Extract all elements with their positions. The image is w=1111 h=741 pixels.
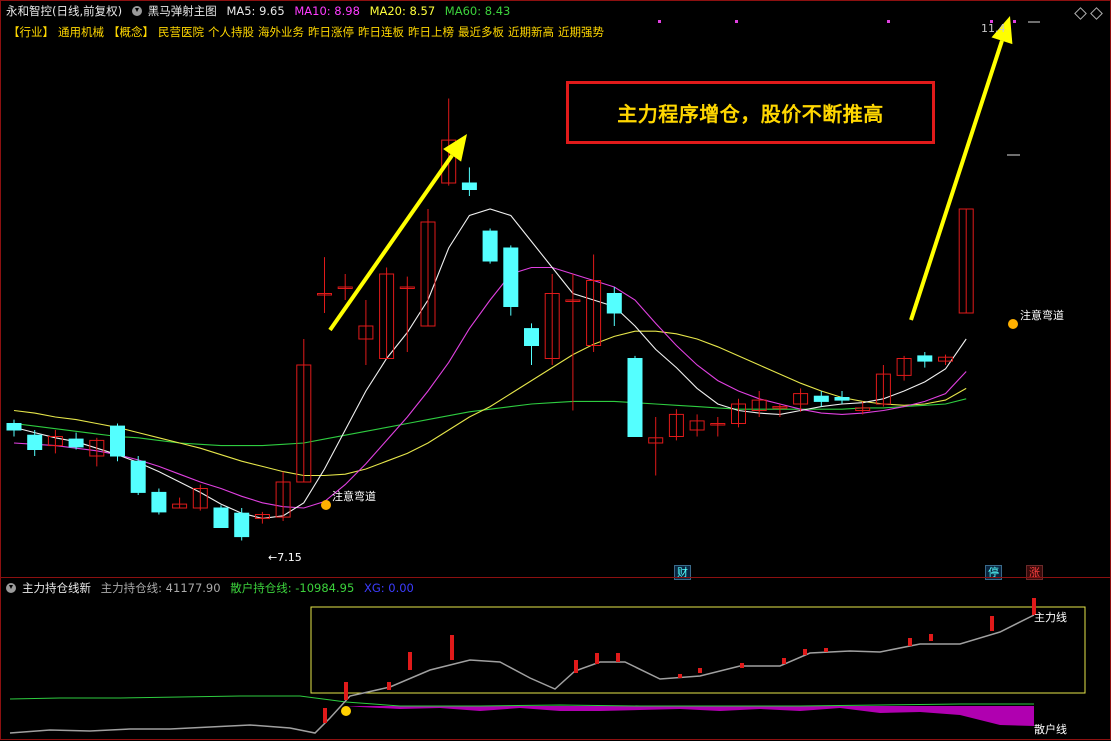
candle-body (461, 182, 477, 190)
main-line-label: 主力线 (1034, 611, 1067, 624)
candle-body (110, 425, 125, 457)
candle-body (68, 438, 84, 448)
retail-area (346, 706, 1034, 726)
attention-dot (321, 500, 331, 510)
highlight-box (310, 606, 1086, 694)
rising-arrow-right (909, 16, 1013, 321)
low-price-label: ←7.15 (268, 551, 302, 564)
sub-indicator-panel[interactable]: 主力持仓线新 主力持仓线: 41177.90 散户持仓线: -10984.95 … (0, 577, 1111, 741)
high-price-label: 11.4 (981, 22, 1006, 35)
signal-dot (341, 706, 351, 716)
candle-body (834, 397, 850, 401)
attention-label: 注意弯道 (332, 490, 376, 503)
main-increase-bar (678, 674, 682, 678)
candlestick-chart (6, 16, 1040, 541)
main-increase-bar (803, 649, 807, 655)
candle-body (503, 247, 519, 307)
rising-arrow-left (328, 134, 467, 332)
main-increase-bar (595, 653, 599, 664)
main-increase-bar (929, 634, 933, 641)
main-increase-bar (408, 652, 412, 670)
signal-marker (658, 20, 661, 23)
signal-marker (887, 20, 890, 23)
main-increase-bar (824, 648, 828, 652)
main-line (9, 614, 1035, 734)
candle-body (606, 293, 622, 314)
ma10-line (13, 266, 967, 509)
candle-body (482, 230, 498, 262)
main-increase-bar (698, 668, 702, 673)
candle-body (627, 358, 643, 437)
candle-body (27, 434, 43, 451)
holding-chart (9, 598, 1086, 734)
main-increase-bar (908, 638, 912, 646)
candle-body (813, 395, 829, 402)
main-increase-bar (990, 616, 994, 631)
main-increase-bar (782, 658, 786, 664)
attention-dot (1008, 319, 1018, 329)
attention-label: 注意弯道 (1020, 309, 1064, 322)
retail-line (9, 695, 1034, 707)
annotation-callout: 主力程序增仓，股价不断推高 (566, 81, 935, 144)
candle-body (151, 491, 167, 513)
main-chart-panel[interactable]: 永和智控(日线,前复权) 黑马弹射主图 MA5: 9.65 MA10: 8.98… (0, 0, 1111, 580)
candle-body (130, 460, 146, 493)
arrow-head (443, 134, 467, 162)
arrow-shaft (328, 154, 454, 332)
retail-line-label: 散户线 (1034, 723, 1067, 736)
candle-body (234, 512, 250, 538)
main-increase-bar (450, 635, 454, 660)
candle-body (917, 355, 933, 362)
main-increase-bar (387, 682, 391, 690)
candle-body (213, 507, 229, 528)
main-increase-bar (616, 653, 620, 662)
signal-marker (735, 20, 738, 23)
signal-marker (1013, 20, 1016, 23)
main-increase-bar (344, 682, 348, 700)
candle-body (524, 328, 539, 347)
candle-body (6, 423, 22, 431)
main-increase-bar (740, 663, 744, 668)
main-increase-bar (574, 660, 578, 673)
ma20-line (13, 330, 967, 477)
main-increase-bar (323, 708, 327, 723)
